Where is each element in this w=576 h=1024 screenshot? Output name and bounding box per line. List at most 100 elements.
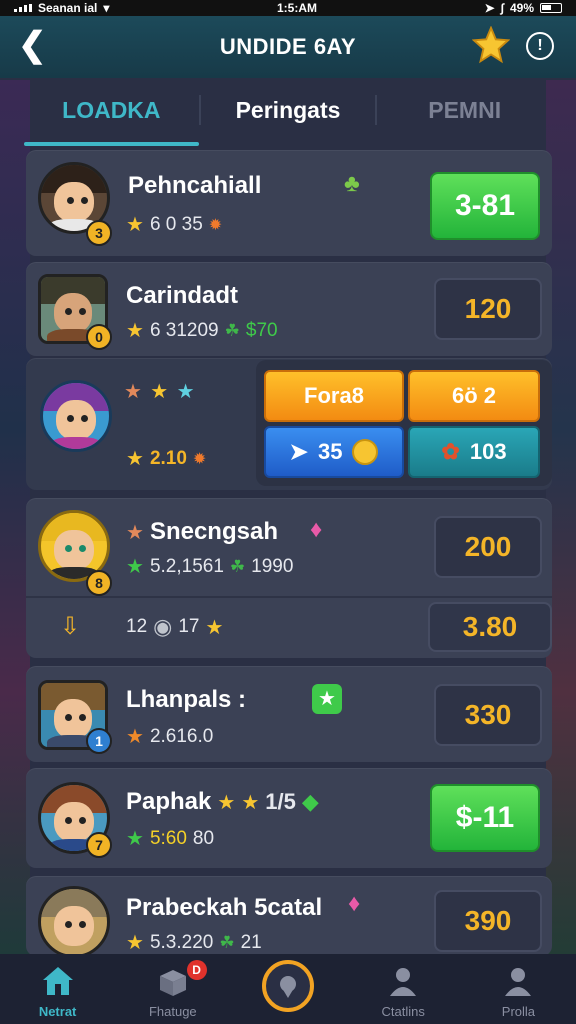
row-divider <box>26 596 552 598</box>
user-icon <box>505 968 532 996</box>
stat-value: 6 0 35 <box>149 213 203 235</box>
gem-icon: ✹ <box>208 216 223 234</box>
tab-pemni[interactable]: PEMNI <box>377 84 552 146</box>
level-badge: 3 <box>86 220 112 246</box>
score-box: 200 <box>434 516 542 578</box>
star-icon: ★ <box>150 381 169 403</box>
nav-label: Netrat <box>38 1004 77 1019</box>
star-icon: ★ <box>126 521 144 544</box>
gem-icon: ✹ <box>192 450 207 468</box>
nav-label: Ctatlins <box>381 1004 425 1019</box>
leaf-icon: ☘ <box>229 556 246 576</box>
leaderboard-row[interactable]: 0 Carindadt ★ 6 31209 ☘ $70 120 <box>26 262 552 356</box>
player-stat: ★ 6 0 35 ✹ <box>126 212 222 237</box>
sub-stat-b: 17 <box>178 616 200 637</box>
profile-icon <box>390 968 417 996</box>
reward-button[interactable]: Fora8 <box>264 370 404 422</box>
star-icon: ★ <box>241 791 260 814</box>
back-arrow-icon[interactable]: ❮ <box>18 28 48 64</box>
star-icon: ★ <box>124 381 142 403</box>
level-badge: 1 <box>86 728 112 754</box>
stat-extra: 80 <box>192 827 215 849</box>
home-icon <box>42 967 73 995</box>
star-icon: ★ <box>126 556 144 578</box>
player-name: Lhanpals : <box>126 686 247 713</box>
nav-label: Prolla <box>501 1004 536 1019</box>
coin-button[interactable]: ➤ 35 <box>264 426 404 478</box>
nav-shop[interactable]: D Fhatuge <box>115 954 230 1024</box>
player-name: Paphak <box>126 788 212 815</box>
notification-badge: D <box>186 960 207 980</box>
shield-icon: ♦ <box>348 890 361 917</box>
player-stat: ★ 5.2,1561 ☘ 1990 <box>126 554 293 579</box>
pin-icon <box>280 976 296 998</box>
score-box: 330 <box>434 684 542 746</box>
clover-icon: ♣ <box>344 170 360 197</box>
rocket-icon: ➤ <box>289 439 308 464</box>
coin-icon <box>352 439 379 465</box>
score-box: 390 <box>434 890 542 952</box>
wifi-icon: ▾ <box>103 1 110 15</box>
player-name-line: ★ Snecngsah <box>126 518 278 546</box>
star-icon: ★ <box>126 320 144 342</box>
star-icon: ★ <box>126 448 144 470</box>
claw-icon: ✿ <box>441 439 460 464</box>
tab-bar: LOADKA Peringats PEMNI <box>24 84 552 146</box>
tab-peringats[interactable]: Peringats <box>198 95 378 125</box>
nav-label: Fhatuge <box>148 1004 197 1019</box>
name-extra: 1⁠/5 <box>265 789 296 814</box>
leaderboard-row[interactable]: 1 Lhanpals : ★ ★ 2.616.0 330 <box>26 666 552 762</box>
nav-profile[interactable]: Prolla <box>461 954 576 1024</box>
clock: 1:5:AM <box>277 1 318 15</box>
info-icon[interactable]: ! <box>526 32 554 60</box>
sub-stat-a: 12 <box>126 616 148 637</box>
nav-home[interactable]: Netrat <box>0 954 115 1024</box>
coin-count: 35 <box>317 439 343 464</box>
nav-stats[interactable]: Ctatlins <box>346 954 461 1024</box>
leaf-icon: ☘ <box>219 932 235 952</box>
nav-play[interactable] <box>230 954 345 1024</box>
leaf-icon: ☘ <box>224 320 240 340</box>
shield-icon: ♦ <box>310 516 323 543</box>
leaderboard-row[interactable]: Prabeckah 5catal ♦ ★ 5.3.220 ☘ 21 390 <box>26 876 552 958</box>
stat-extra: $70 <box>245 319 278 341</box>
player-name: Prabeckah 5catal <box>126 894 323 921</box>
star-icon: ★ <box>217 791 236 814</box>
stat-value: 6 31209 <box>149 319 219 341</box>
player-name: Carindadt <box>126 282 239 309</box>
player-name: Pehncahiall <box>128 172 262 199</box>
score-button[interactable]: $-11 <box>430 784 540 852</box>
status-bar: Seanan ial ▾ 1:5:AM ➤ ∫ 49% <box>0 0 576 16</box>
level-badge: 0 <box>86 324 112 350</box>
level-badge: 8 <box>86 570 112 596</box>
stat-extra: 21 <box>240 931 262 953</box>
location-icon: ➤ <box>484 1 495 15</box>
reward-button[interactable]: 6ö 2 <box>408 370 540 422</box>
silver-coin-icon: ◉ <box>153 614 173 639</box>
avatar <box>40 380 112 452</box>
stat-value: 2.616.0 <box>149 725 214 747</box>
player-name-line: Paphak ★ ★ 1⁠/5 ◆ <box>126 788 319 816</box>
star-icon: ★ <box>126 932 144 954</box>
avatar <box>38 886 110 958</box>
stat-value: 5.2,1561 <box>149 555 224 577</box>
battery-icon <box>540 3 562 13</box>
bottom-nav: Netrat D Fhatuge Ctatlins Prolla <box>0 954 576 1024</box>
stat-value: 5:60 <box>149 827 187 849</box>
star-icon: ★ <box>126 828 144 850</box>
leaderboard-row[interactable]: 3 Pehncahiall ★ 6 0 35 ✹ ♣ 3-81 <box>26 150 552 256</box>
level-badge: 7 <box>86 832 112 858</box>
gem-button[interactable]: ✿ 103 <box>408 426 540 478</box>
leaderboard-row[interactable]: 8 ★ Snecngsah ♦ ★ 5.2,1561 ☘ 1990 200 ⇩ … <box>26 498 552 658</box>
score-button[interactable]: 3-81 <box>430 172 540 240</box>
score-box: 120 <box>434 278 542 340</box>
tab-loadka[interactable]: LOADKA <box>24 84 199 146</box>
player-stat: ★ 6 31209 ☘ $70 <box>126 318 278 343</box>
leaderboard-row[interactable]: 7 Paphak ★ ★ 1⁠/5 ◆ ★ 5:60 80 $-11 <box>26 768 552 868</box>
chevron-down-icon[interactable]: ⇩ <box>60 612 80 641</box>
star-icon[interactable] <box>472 26 510 64</box>
bluetooth-icon: ∫ <box>500 1 504 15</box>
stat-extra: 1990 <box>251 555 294 577</box>
stat-value: 2.10 <box>149 447 187 469</box>
play-circle-icon <box>262 960 314 1012</box>
